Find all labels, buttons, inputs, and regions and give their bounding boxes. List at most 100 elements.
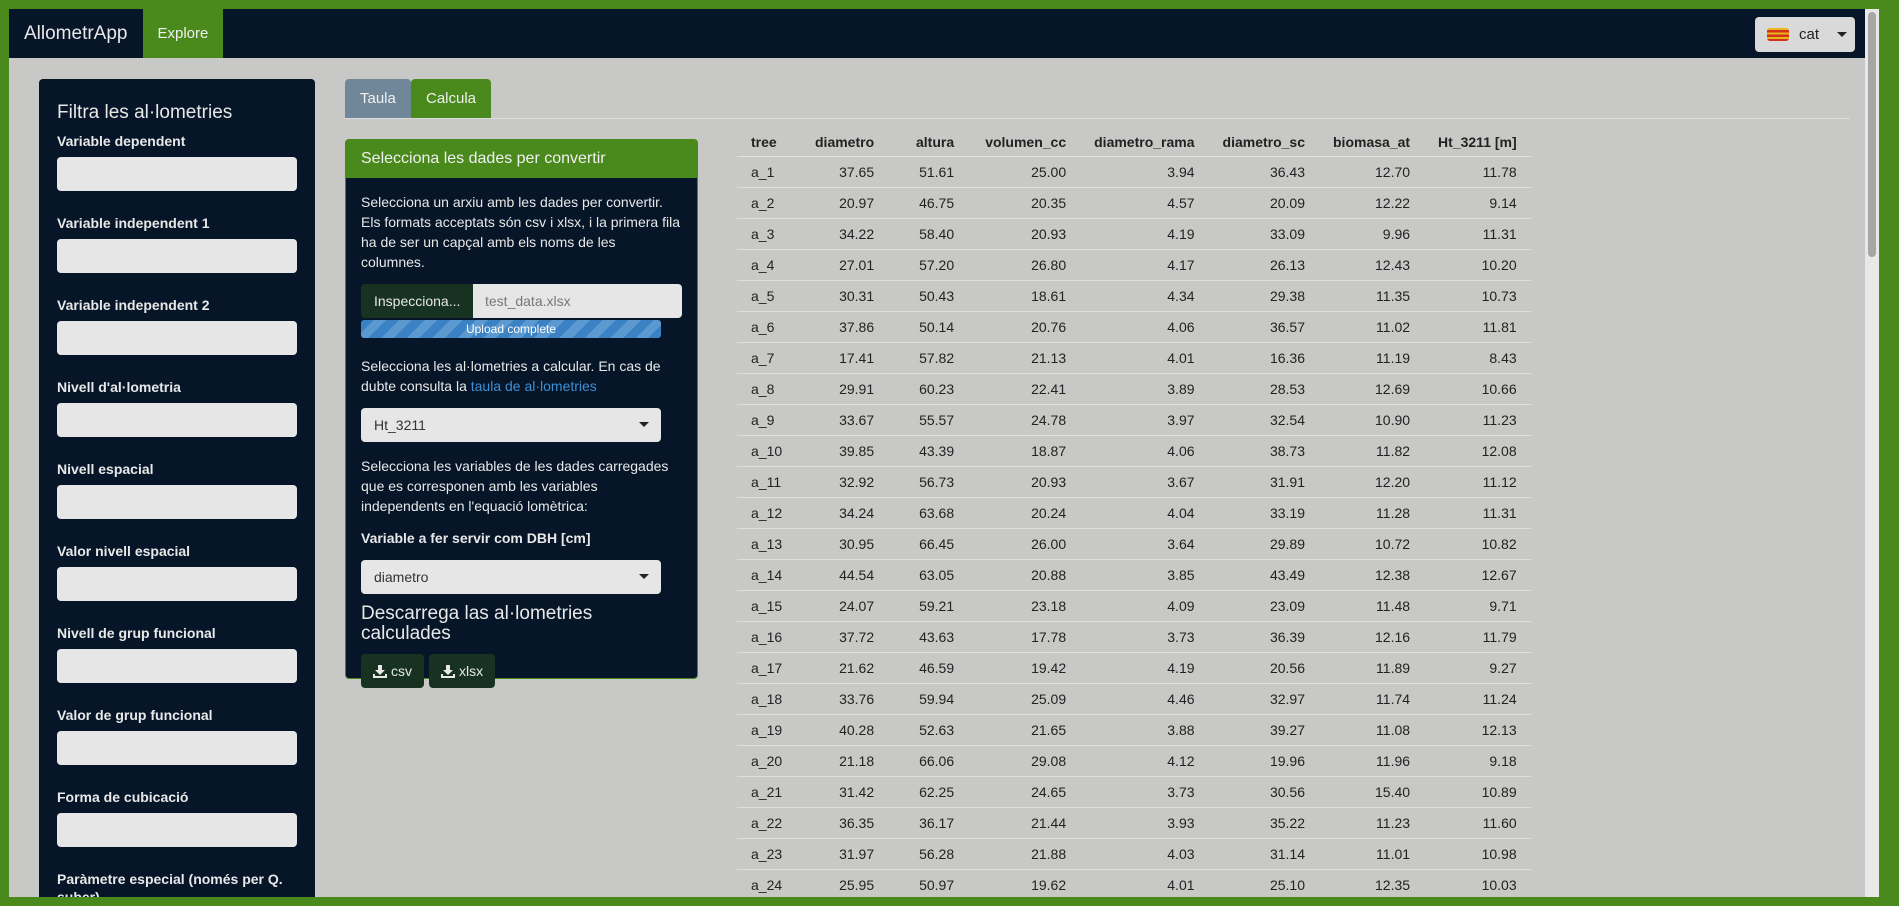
table-cell: 12.08 — [1424, 435, 1531, 467]
column-header[interactable]: tree — [737, 129, 801, 157]
column-header[interactable]: diametro_sc — [1208, 129, 1319, 157]
scrollbar-thumb[interactable] — [1868, 12, 1876, 257]
table-row: a_21 31.42 62.25 24.65 3.73 30.56 15.40 10.89 — [737, 776, 1531, 808]
filter-select[interactable] — [57, 567, 297, 601]
table-cell: 11.35 — [1319, 280, 1425, 312]
column-header[interactable]: Ht_3211 [m] — [1424, 129, 1531, 157]
table-cell: 9.18 — [1424, 745, 1531, 777]
filter-select[interactable] — [57, 403, 297, 437]
filter-label: Variable dependent — [57, 133, 186, 149]
table-cell: 43.63 — [888, 621, 969, 653]
filter-select[interactable] — [57, 157, 297, 191]
table-cell: 21.62 — [801, 652, 889, 684]
table-cell: 56.28 — [888, 838, 969, 870]
filter-label: Forma de cubicació — [57, 789, 189, 805]
table-cell: 3.73 — [1080, 621, 1209, 653]
table-row: a_6 37.86 50.14 20.76 4.06 36.57 11.02 11.81 — [737, 311, 1531, 343]
panel-heading: Selecciona les dades per convertir — [346, 140, 697, 178]
dbh-select[interactable]: diametro — [361, 560, 661, 594]
table-cell: 55.57 — [888, 404, 969, 436]
column-header[interactable]: diametro — [801, 129, 889, 157]
table-cell: a_6 — [737, 311, 801, 343]
table-cell: 11.89 — [1319, 652, 1425, 684]
table-cell: a_3 — [737, 218, 801, 250]
table-cell: 29.08 — [968, 745, 1081, 777]
filter-select[interactable] — [57, 321, 297, 355]
table-cell: 12.13 — [1424, 714, 1531, 746]
table-cell: 4.34 — [1080, 280, 1209, 312]
table-cell: 30.31 — [801, 280, 889, 312]
table-cell: 15.40 — [1319, 776, 1425, 808]
table-row: a_22 36.35 36.17 21.44 3.93 35.22 11.23 11.60 — [737, 807, 1531, 839]
table-cell: 3.73 — [1080, 776, 1209, 808]
table-cell: 17.41 — [801, 342, 889, 374]
app-brand[interactable]: AllometrApp — [9, 9, 143, 58]
table-row: a_4 27.01 57.20 26.80 4.17 26.13 12.43 10.20 — [737, 249, 1531, 281]
filter-select[interactable] — [57, 813, 297, 847]
table-row: a_24 25.95 50.97 19.62 4.01 25.10 12.35 10.03 — [737, 869, 1531, 897]
table-cell: 12.67 — [1424, 559, 1531, 591]
tab-taula[interactable]: Taula — [345, 79, 411, 118]
table-cell: 3.85 — [1080, 559, 1209, 591]
allometry-select[interactable]: Ht_3211 — [361, 408, 661, 442]
table-row: a_23 31.97 56.28 21.88 4.03 31.14 11.01 10.98 — [737, 838, 1531, 870]
table-cell: 50.43 — [888, 280, 969, 312]
filter-label: Paràmetre especial (només per Q. suber) — [57, 871, 283, 897]
tab-calcula[interactable]: Calcula — [411, 79, 492, 118]
table-cell: 4.19 — [1080, 652, 1209, 684]
download-csv-button[interactable]: csv — [361, 654, 424, 688]
table-cell: 43.39 — [888, 435, 969, 467]
filter-select[interactable] — [57, 731, 297, 765]
table-cell: 57.20 — [888, 249, 969, 281]
table-cell: 19.62 — [968, 869, 1081, 897]
column-header[interactable]: volumen_cc — [968, 129, 1081, 157]
download-csv-label: csv — [391, 663, 412, 679]
table-cell: 11.24 — [1424, 683, 1531, 715]
table-cell: 11.02 — [1319, 311, 1425, 343]
allometry-table-link[interactable]: taula de al·lometries — [471, 378, 597, 394]
chevron-down-icon — [639, 574, 649, 579]
table-cell: 16.36 — [1208, 342, 1319, 374]
table-cell: 33.19 — [1208, 497, 1319, 529]
table-row: a_13 30.95 66.45 26.00 3.64 29.89 10.72 10.82 — [737, 528, 1531, 560]
table-cell: 11.96 — [1319, 745, 1425, 777]
table-cell: 20.09 — [1208, 187, 1319, 219]
table-cell: 30.56 — [1208, 776, 1319, 808]
filter-select[interactable] — [57, 485, 297, 519]
table-cell: 57.82 — [888, 342, 969, 374]
upload-progress-bar: Upload complete — [361, 320, 661, 338]
table-cell: 20.97 — [801, 187, 889, 219]
table-cell: 11.60 — [1424, 807, 1531, 839]
table-cell: 12.20 — [1319, 466, 1425, 498]
filter-select[interactable] — [57, 239, 297, 273]
table-cell: 21.88 — [968, 838, 1081, 870]
table-cell: 30.95 — [801, 528, 889, 560]
catalan-flag-icon — [1767, 28, 1789, 41]
column-header[interactable]: biomasa_at — [1319, 129, 1425, 157]
table-cell: 3.94 — [1080, 156, 1209, 188]
table-cell: 40.28 — [801, 714, 889, 746]
table-cell: 11.78 — [1424, 156, 1531, 188]
table-cell: a_19 — [737, 714, 801, 746]
nav-explore[interactable]: Explore — [142, 9, 224, 58]
table-cell: 11.31 — [1424, 218, 1531, 250]
dbh-selected-value: diametro — [374, 569, 429, 585]
table-cell: 3.93 — [1080, 807, 1209, 839]
table-cell: 25.95 — [801, 869, 889, 897]
table-cell: 10.20 — [1424, 249, 1531, 281]
filter-select[interactable] — [57, 649, 297, 683]
file-name-field[interactable]: test_data.xlsx — [473, 284, 682, 318]
table-cell: 31.97 — [801, 838, 889, 870]
table-cell: 39.85 — [801, 435, 889, 467]
table-cell: 31.14 — [1208, 838, 1319, 870]
table-cell: 37.72 — [801, 621, 889, 653]
table-cell: 36.39 — [1208, 621, 1319, 653]
file-input[interactable]: Inspecciona... test_data.xlsx — [361, 284, 682, 318]
column-header[interactable]: diametro_rama — [1080, 129, 1209, 157]
language-dropdown[interactable]: cat — [1755, 17, 1855, 52]
column-header[interactable]: altura — [888, 129, 969, 157]
table-cell: 46.59 — [888, 652, 969, 684]
browse-button[interactable]: Inspecciona... — [361, 284, 473, 318]
page-scrollbar[interactable] — [1865, 9, 1879, 897]
download-xlsx-button[interactable]: xlsx — [429, 654, 496, 688]
